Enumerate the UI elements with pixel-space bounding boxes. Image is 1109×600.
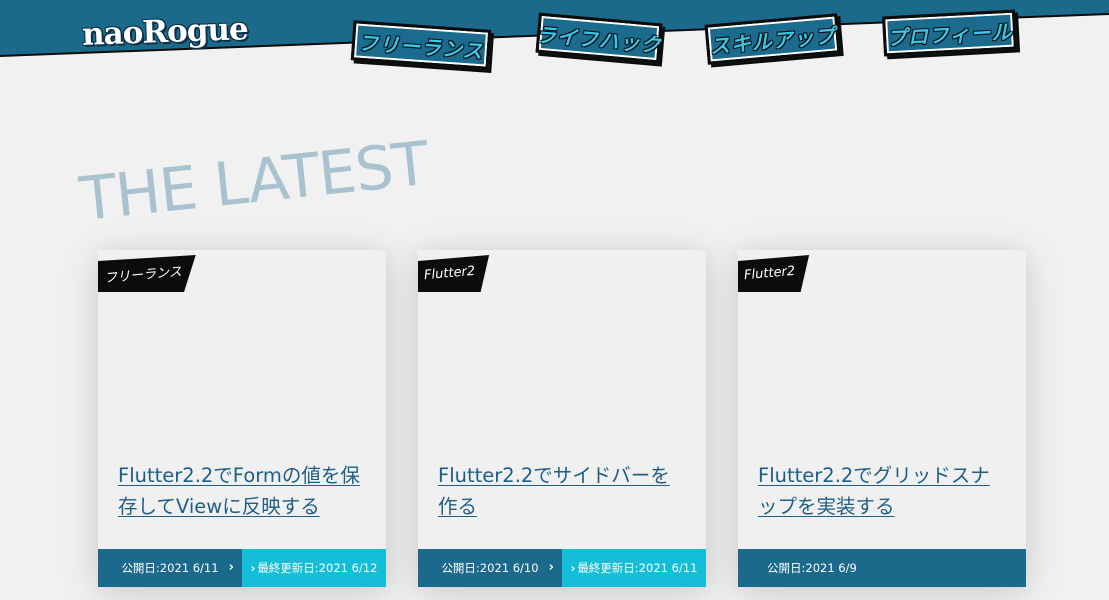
published-date: 公開日:2021 6/10 › bbox=[418, 549, 562, 587]
updated-date: › 最終更新日:2021 6/12 bbox=[242, 549, 386, 587]
chevron-right-icon: › bbox=[548, 560, 554, 575]
category-tag-label: Flutter2 bbox=[423, 263, 476, 284]
published-date: 公開日:2021 6/11 › bbox=[98, 549, 242, 587]
updated-date-text: 最終更新日:2021 6/11 bbox=[577, 561, 698, 575]
category-tag[interactable]: Flutter2 bbox=[418, 255, 490, 292]
published-date-text: 公開日:2021 6/9 bbox=[767, 561, 857, 575]
category-tag[interactable]: フリーランス bbox=[98, 255, 196, 292]
article-card[interactable]: Flutter2 Flutter2.2でサイドバーを作る 公開日:2021 6/… bbox=[418, 250, 706, 587]
published-date: 公開日:2021 6/9 bbox=[738, 549, 1026, 587]
card-footer: 公開日:2021 6/11 › › 最終更新日:2021 6/12 bbox=[98, 549, 386, 587]
section-heading: THE LATEST bbox=[76, 128, 432, 235]
chevron-right-icon: › bbox=[228, 560, 234, 575]
card-footer: 公開日:2021 6/9 bbox=[738, 549, 1026, 587]
article-title-link[interactable]: Flutter2.2でFormの値を保存してViewに反映する bbox=[118, 460, 368, 522]
article-title-link[interactable]: Flutter2.2でグリッドスナップを実装する bbox=[758, 460, 1008, 522]
article-card[interactable]: フリーランス Flutter2.2でFormの値を保存してViewに反映する 公… bbox=[98, 250, 386, 587]
published-date-text: 公開日:2021 6/10 bbox=[441, 561, 539, 575]
nav-profile[interactable]: プロフィール bbox=[882, 9, 1017, 57]
site-logo[interactable]: naoRogue bbox=[81, 11, 248, 53]
published-date-text: 公開日:2021 6/11 bbox=[121, 561, 219, 575]
category-tag-label: フリーランス bbox=[103, 264, 183, 287]
category-tag-label: Flutter2 bbox=[743, 263, 796, 284]
category-tag[interactable]: Flutter2 bbox=[738, 255, 810, 292]
updated-date: › 最終更新日:2021 6/11 bbox=[562, 549, 706, 587]
updated-date-text: 最終更新日:2021 6/12 bbox=[257, 561, 378, 575]
chevron-right-icon: › bbox=[570, 561, 576, 575]
card-footer: 公開日:2021 6/10 › › 最終更新日:2021 6/11 bbox=[418, 549, 706, 587]
article-card[interactable]: Flutter2 Flutter2.2でグリッドスナップを実装する 公開日:20… bbox=[738, 250, 1026, 587]
chevron-right-icon: › bbox=[250, 561, 256, 575]
article-title-link[interactable]: Flutter2.2でサイドバーを作る bbox=[438, 460, 688, 522]
